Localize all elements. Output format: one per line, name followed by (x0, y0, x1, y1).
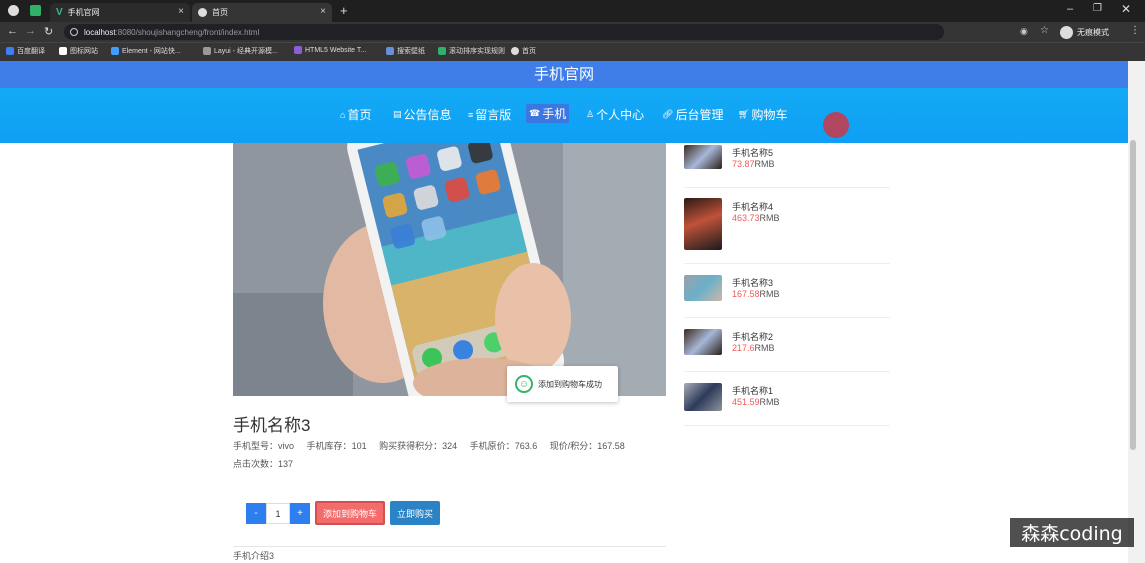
bookmark-icon (111, 47, 119, 55)
original-price-value: 763.6 (514, 441, 538, 451)
product-thumbnail (684, 145, 722, 169)
list-item[interactable]: 手机名称2 217.6RMB (684, 318, 890, 372)
clicks-value: 137 (278, 459, 294, 469)
item-price: 167.58RMB (732, 289, 780, 299)
new-tab-button[interactable]: + (340, 3, 348, 18)
model-value: vivo (278, 441, 295, 451)
item-price: 451.59RMB (732, 397, 780, 407)
add-to-cart-button[interactable]: 添加到购物车 (315, 501, 385, 525)
nav-user-center[interactable]: ♙ 个人中心 (586, 106, 644, 123)
link-icon: 🔗︎ (662, 109, 674, 119)
pinned-tab-icon[interactable] (30, 5, 41, 16)
bookmark-item[interactable]: Element - 网站快... (111, 46, 181, 56)
back-icon[interactable]: ← (7, 25, 18, 37)
buy-now-button[interactable]: 立即购买 (390, 501, 440, 525)
product-thumbnail (684, 383, 722, 411)
url-host: localhost (84, 27, 116, 37)
success-smile-icon: ☺ (515, 375, 533, 393)
tab-home[interactable]: 首页 × (192, 3, 332, 22)
bookmark-icon (438, 47, 446, 55)
item-price: 73.87RMB (732, 159, 775, 169)
click-count-row: 点击次数：137 (233, 459, 294, 469)
home-icon: ⌂ (340, 109, 346, 120)
nav-notice[interactable]: ▤ 公告信息 (393, 106, 452, 123)
url-path: :8080/shoujishangcheng/front/index.html (115, 27, 260, 37)
bookmark-item[interactable]: 百度翻译 (6, 46, 45, 56)
bookmark-icon (294, 46, 302, 54)
points-value: 324 (442, 441, 458, 451)
url-bar[interactable]: localhost:8080/shoujishangcheng/front/in… (64, 24, 944, 40)
video-watermark: 森森coding (1010, 518, 1134, 547)
stock-value: 101 (351, 441, 367, 451)
star-icon[interactable]: ☆ (1040, 25, 1049, 36)
bookmark-item[interactable]: 图标网站 (59, 46, 98, 56)
bookmark-item[interactable]: Layui - 经典开源模... (203, 46, 278, 56)
reload-icon[interactable]: ↻ (44, 25, 53, 38)
divider (233, 546, 666, 547)
close-tab-icon[interactable]: × (320, 6, 326, 17)
bookmark-icon (6, 47, 14, 55)
quantity-stepper: - 1 + (246, 503, 310, 524)
menu-icon[interactable]: ⋮ (1130, 25, 1140, 36)
bookmark-item[interactable]: 搜索壁纸 (386, 46, 425, 56)
minimize-icon[interactable]: – (1067, 3, 1073, 15)
current-price-value: 167.58 (597, 441, 625, 451)
info-icon (70, 28, 78, 36)
cart-icon: 🛒︎ (738, 109, 750, 119)
incognito-eye-icon[interactable]: ◉ (1020, 26, 1028, 37)
browser-tab-bar: V 手机官网 × 首页 × + – ❐ ✕ (0, 0, 1145, 22)
product-image (233, 143, 666, 396)
scrollbar-thumb[interactable] (1130, 140, 1136, 450)
restore-icon[interactable]: ❐ (1093, 3, 1102, 14)
phone-illustration (233, 143, 666, 396)
quantity-input[interactable]: 1 (266, 503, 290, 524)
incognito-icon (1060, 25, 1073, 39)
product-thumbnail (684, 275, 722, 301)
user-icon: ♙ (586, 109, 595, 119)
nav-phones[interactable]: ☎ 手机 (526, 104, 570, 123)
bookmark-item[interactable]: 滚动排序实现规则 (438, 46, 505, 56)
phone-icon: ☎ (529, 108, 541, 118)
decrease-button[interactable]: - (246, 503, 266, 524)
item-price: 463.73RMB (732, 213, 780, 223)
site-title: 手机官网 (0, 61, 1128, 88)
item-price: 217.6RMB (732, 343, 775, 353)
increase-button[interactable]: + (290, 503, 310, 524)
close-window-icon[interactable]: ✕ (1121, 2, 1131, 16)
toast-notification: ☺ 添加到购物车成功 (507, 366, 618, 402)
product-name: 手机名称3 (233, 416, 311, 435)
main-nav: ⌂ 首页 ▤ 公告信息 ≡ 留言版 ☎ 手机 ♙ 个人中心 🔗︎ 后台管理 🛒︎ 购物车 (0, 88, 1128, 143)
globe-icon (198, 8, 207, 17)
tab-site[interactable]: V 手机官网 × (50, 3, 190, 22)
product-thumbnail (684, 198, 722, 250)
bookmark-icon (386, 47, 394, 55)
profile-badge[interactable]: 无痕模式 (1060, 24, 1109, 40)
close-tab-icon[interactable]: × (178, 6, 184, 17)
list-item[interactable]: 手机名称4 463.73RMB (684, 188, 890, 264)
nav-admin[interactable]: 🔗︎ 后台管理 (662, 106, 723, 123)
nav-home[interactable]: ⌂ 首页 (340, 106, 371, 123)
product-thumbnail (684, 329, 722, 355)
bookmark-item[interactable]: 首页 (511, 46, 536, 56)
bookmark-item[interactable]: HTML5 Website T... (294, 46, 366, 54)
forward-icon[interactable]: → (25, 25, 36, 37)
nav-guestbook[interactable]: ≡ 留言版 (468, 106, 511, 123)
chrome-icon[interactable] (8, 5, 19, 16)
list-item[interactable]: 手机名称5 73.87RMB (684, 143, 890, 188)
bookmark-icon (59, 47, 67, 55)
notice-icon: ▤ (393, 109, 402, 119)
nav-cart[interactable]: 🛒︎ 购物车 (738, 106, 787, 123)
product-meta-row: 手机型号：vivo 手机库存：101 购买获得积分：324 手机原价：763.6… (233, 441, 625, 451)
vue-icon: V (56, 7, 63, 18)
list-item[interactable]: 手机名称1 451.59RMB (684, 372, 890, 426)
list-item[interactable]: 手机名称3 167.58RMB (684, 264, 890, 318)
bookmarks-bar: 百度翻译 图标网站 Element - 网站快... Layui - 经典开源模… (0, 42, 1145, 61)
bookmark-icon (511, 47, 519, 55)
mouse-cursor-highlight (823, 112, 849, 138)
product-intro: 手机介绍3 (233, 551, 275, 561)
list-icon: ≡ (468, 109, 474, 120)
bookmark-icon (203, 47, 211, 55)
